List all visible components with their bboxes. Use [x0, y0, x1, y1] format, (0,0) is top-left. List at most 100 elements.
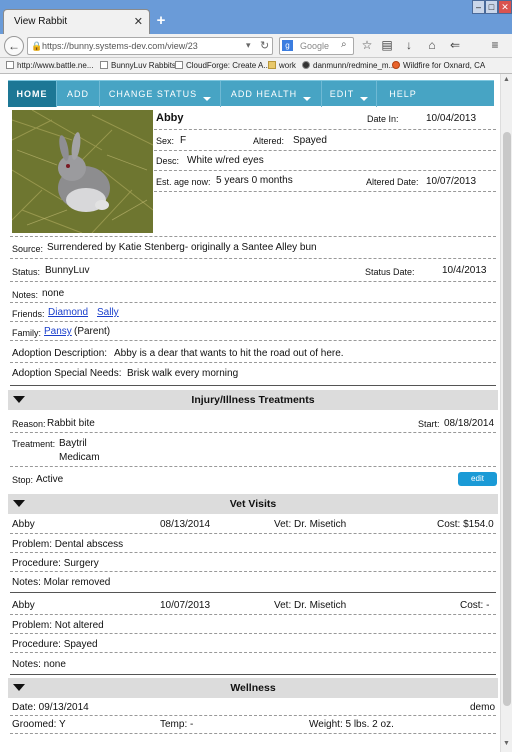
visit-notes: Notes: none: [12, 659, 66, 670]
dropdown-arrow-icon[interactable]: ▾: [246, 40, 251, 51]
row-divider: [154, 191, 496, 192]
url-text: https://bunny.systems-dev.com/view/23: [42, 41, 198, 51]
browser-titlebar: View Rabbit ✕ + – □ ✕: [0, 0, 512, 34]
close-window-icon[interactable]: ✕: [498, 0, 512, 14]
family-link[interactable]: Pansy: [44, 326, 72, 337]
visit-rabbit-name: Abby: [12, 519, 35, 530]
bookmark-icon: [6, 61, 14, 69]
minimize-icon[interactable]: –: [472, 0, 485, 14]
wellness-weight: Weight: 5 lbs. 2 oz.: [309, 719, 394, 730]
source-value: Surrendered by Katie Stenberg- originall…: [47, 242, 317, 253]
wellness-section-header[interactable]: Wellness: [8, 678, 498, 698]
chevron-down-icon: [360, 97, 369, 101]
bookmark-item[interactable]: BunnyLuv Rabbits: [100, 61, 176, 70]
altered-date-value: 10/07/2013: [426, 176, 477, 187]
bookmark-icon: [100, 61, 108, 69]
injury-section-header[interactable]: Injury/Illness Treatments: [8, 390, 498, 410]
treatment-item: Medicam: [59, 452, 100, 463]
status-label: Status:: [12, 267, 41, 277]
row-divider: [10, 340, 496, 341]
reload-icon[interactable]: ↻: [260, 39, 269, 52]
row-divider: [10, 466, 496, 467]
back-icon[interactable]: ←: [4, 36, 24, 56]
altered-date-label: Altered Date:: [366, 177, 419, 187]
visit-problem: Problem: Dental abscess: [12, 539, 124, 550]
visit-procedure: Procedure: Surgery: [12, 558, 99, 569]
menu-home[interactable]: HOME: [8, 81, 56, 107]
source-label: Source:: [12, 244, 44, 254]
rabbit-name: Abby: [156, 112, 184, 124]
vertical-scrollbar[interactable]: ▲ ▼: [500, 74, 512, 752]
friend-link[interactable]: Diamond: [48, 307, 88, 318]
visit-rabbit-name: Abby: [12, 600, 35, 611]
date-in-value: 10/04/2013: [426, 113, 477, 124]
browser-tab[interactable]: View Rabbit ✕: [3, 9, 150, 34]
search-input[interactable]: g Google ⌕: [279, 37, 354, 55]
row-divider: [10, 715, 496, 716]
friends-label: Friends:: [12, 309, 45, 319]
chevron-down-icon: [303, 97, 312, 101]
row-divider: [10, 614, 496, 615]
visit-date: 10/07/2013: [160, 600, 211, 611]
row-divider: [10, 432, 496, 433]
stop-label: Stop:: [12, 475, 34, 485]
history-icon[interactable]: ⇐: [448, 38, 462, 52]
treatment-item: Baytril: [59, 438, 87, 449]
bookmark-item[interactable]: CloudForge: Create A...: [175, 61, 270, 70]
scroll-down-icon[interactable]: ▼: [503, 740, 510, 747]
chevron-down-icon: [203, 97, 212, 101]
adoption-needs-label: Adoption Special Needs:: [12, 368, 122, 379]
bookmark-icon: [175, 61, 183, 69]
lock-icon: 🔒: [31, 41, 43, 51]
wellness-temp: Temp: -: [160, 719, 194, 730]
menu-icon[interactable]: ≡: [488, 38, 502, 52]
scrollbar-thumb[interactable]: [503, 132, 511, 706]
bookmark-item[interactable]: http://www.battle.ne...: [6, 61, 93, 70]
address-bar[interactable]: 🔒 https://bunny.systems-dev.com/view/23 …: [27, 37, 273, 55]
reason-label: Reason:: [12, 419, 46, 429]
bookmark-item[interactable]: Wildfire for Oxnard, CA: [392, 61, 485, 70]
row-divider: [10, 552, 496, 553]
bookmark-star-icon[interactable]: ☆: [360, 38, 374, 52]
family-relation: (Parent): [74, 326, 111, 337]
download-icon[interactable]: ↓: [402, 38, 416, 52]
desc-value: White w/red eyes: [187, 155, 264, 166]
start-label: Start:: [418, 419, 440, 429]
adoption-description-value: Abby is a dear that wants to hit the roa…: [114, 348, 344, 359]
row-divider: [10, 733, 496, 734]
reading-list-icon[interactable]: ▤: [380, 38, 394, 52]
family-label: Family:: [12, 328, 41, 338]
menu-add[interactable]: ADD: [57, 81, 99, 107]
new-tab-icon[interactable]: +: [153, 13, 169, 29]
altered-value: Spayed: [293, 135, 327, 146]
row-divider: [154, 129, 496, 130]
row-divider: [10, 321, 496, 322]
date-in-label: Date In:: [367, 114, 399, 124]
menu-add-health[interactable]: ADD HEALTH: [221, 81, 321, 107]
search-icon[interactable]: ⌕: [341, 39, 347, 50]
wellness-user: demo: [470, 702, 496, 713]
main-menu: HOME ADD CHANGE STATUS ADD HEALTH EDIT H…: [8, 80, 494, 107]
vet-section-header[interactable]: Vet Visits: [8, 494, 498, 514]
scroll-up-icon[interactable]: ▲: [503, 76, 510, 83]
bookmark-item[interactable]: work: [268, 61, 296, 70]
visit-vet: Vet: Dr. Misetich: [274, 519, 347, 530]
bookmark-item[interactable]: danmunn/redmine_m...: [302, 61, 395, 70]
visit-cost: Cost: $154.0: [437, 519, 494, 530]
menu-edit[interactable]: EDIT: [322, 81, 376, 107]
visit-problem: Problem: Not altered: [12, 620, 104, 631]
home-icon[interactable]: ⌂: [425, 38, 439, 52]
age-label: Est. age now:: [156, 177, 211, 187]
close-tab-icon[interactable]: ✕: [134, 15, 143, 28]
visit-notes: Notes: Molar removed: [12, 577, 111, 588]
menu-help[interactable]: HELP: [377, 81, 429, 107]
row-divider: [10, 281, 496, 282]
visit-cost: Cost: -: [460, 600, 490, 611]
friend-link[interactable]: Sally: [97, 307, 119, 318]
injury-section-title: Injury/Illness Treatments: [191, 394, 315, 406]
treatment-label: Treatment:: [12, 439, 56, 449]
maximize-icon[interactable]: □: [485, 0, 498, 14]
bookmarks-bar: http://www.battle.ne... BunnyLuv Rabbits…: [0, 58, 512, 74]
edit-treatment-button[interactable]: edit: [458, 472, 497, 486]
menu-change-status[interactable]: CHANGE STATUS: [100, 81, 220, 107]
